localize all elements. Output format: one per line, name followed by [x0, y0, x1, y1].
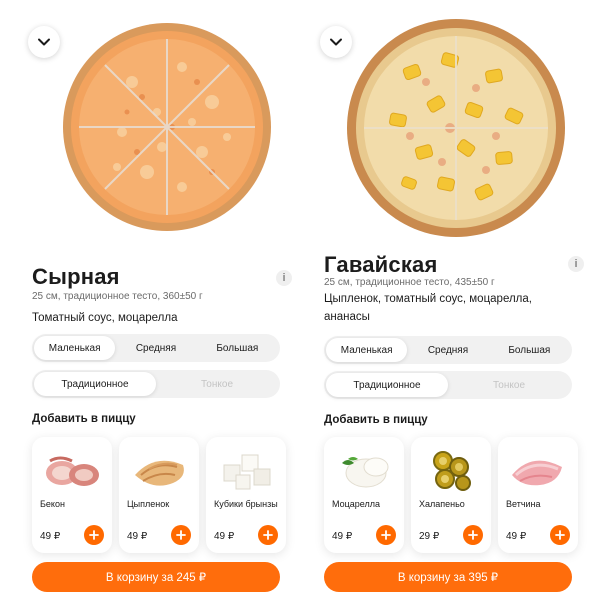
- add-to-cart-button[interactable]: В корзину за 245 ₽: [32, 562, 280, 592]
- dough-selector: Традиционное Тонкое: [32, 370, 280, 398]
- pizza-title: Гавайская: [324, 252, 438, 277]
- chevron-down-icon: [330, 38, 342, 46]
- dough-option-thin: Тонкое: [492, 379, 526, 391]
- plus-icon: [555, 530, 565, 540]
- pizza-image: [63, 23, 271, 231]
- add-topping-button[interactable]: [171, 525, 191, 545]
- collapse-button[interactable]: [320, 26, 352, 58]
- topping-name: Цыпленок: [127, 499, 170, 509]
- dough-option-traditional[interactable]: Традиционное: [326, 373, 448, 397]
- chevron-down-icon: [38, 38, 50, 46]
- pizza-title: Сырная: [32, 264, 120, 289]
- topping-name: Кубики брынзы: [214, 499, 278, 509]
- size-option-large[interactable]: Большая: [197, 336, 278, 360]
- size-option-medium[interactable]: Средняя: [115, 336, 196, 360]
- info-button[interactable]: i: [276, 270, 292, 286]
- topping-price: 49 ₽: [214, 531, 235, 542]
- info-button[interactable]: i: [568, 256, 584, 272]
- size-option-medium[interactable]: Средняя: [407, 338, 488, 362]
- ham-icon: [512, 460, 562, 486]
- plus-icon: [468, 530, 478, 540]
- topping-name: Ветчина: [506, 499, 541, 509]
- pizza-image: [347, 19, 565, 237]
- add-topping-button[interactable]: [550, 525, 570, 545]
- plus-icon: [381, 530, 391, 540]
- dough-option-traditional[interactable]: Традиционное: [34, 372, 156, 396]
- size-selector: Маленькая Средняя Большая: [32, 334, 280, 362]
- add-to-pizza-title: Добавить в пиццу: [32, 413, 136, 425]
- pizza-meta: 25 см, традиционное тесто, 435±50 г: [324, 277, 495, 288]
- topping-name: Бекон: [40, 499, 65, 509]
- dough-option-thin: Тонкое: [200, 378, 234, 390]
- topping-card[interactable]: Ветчина 49 ₽: [498, 437, 578, 553]
- add-topping-button[interactable]: [376, 525, 396, 545]
- topping-card[interactable]: Кубики брынзы 49 ₽: [206, 437, 286, 553]
- topping-price: 49 ₽: [506, 531, 527, 542]
- collapse-button[interactable]: [28, 26, 60, 58]
- pizza-card-hawaiian: Гавайская i 25 см, традиционное тесто, 4…: [310, 0, 598, 604]
- topping-card[interactable]: Моцарелла 49 ₽: [324, 437, 404, 553]
- pizza-meta: 25 см, традиционное тесто, 360±50 г: [32, 291, 203, 302]
- topping-price: 49 ₽: [40, 531, 61, 542]
- add-topping-button[interactable]: [84, 525, 104, 545]
- pizza-description: Цыпленок, томатный соус, моцарелла, анан…: [324, 293, 532, 323]
- add-to-pizza-title: Добавить в пиццу: [324, 414, 428, 426]
- jalapeno-icon: [433, 451, 471, 491]
- topping-name: Моцарелла: [332, 499, 380, 509]
- bacon-icon: [46, 456, 99, 486]
- size-option-small[interactable]: Маленькая: [34, 336, 116, 360]
- topping-price: 49 ₽: [127, 531, 148, 542]
- add-topping-button[interactable]: [463, 525, 483, 545]
- size-option-small[interactable]: Маленькая: [326, 338, 408, 362]
- topping-name: Халапеньо: [419, 499, 465, 509]
- size-selector: Маленькая Средняя Большая: [324, 336, 572, 364]
- feta-cubes-icon: [223, 454, 271, 490]
- pizza-description: Томатный соус, моцарелла: [32, 312, 178, 324]
- add-to-cart-button[interactable]: В корзину за 395 ₽: [324, 562, 572, 592]
- topping-card[interactable]: Халапеньо 29 ₽: [411, 437, 491, 553]
- add-topping-button[interactable]: [258, 525, 278, 545]
- plus-icon: [89, 530, 99, 540]
- mozzarella-icon: [342, 457, 389, 488]
- size-option-large[interactable]: Большая: [489, 338, 570, 362]
- topping-card[interactable]: Цыпленок 49 ₽: [119, 437, 199, 553]
- topping-card[interactable]: Бекон 49 ₽: [32, 437, 112, 553]
- plus-icon: [263, 530, 273, 540]
- plus-icon: [176, 530, 186, 540]
- topping-price: 29 ₽: [419, 531, 440, 542]
- dough-selector: Традиционное Тонкое: [324, 371, 572, 399]
- topping-price: 49 ₽: [332, 531, 353, 542]
- chicken-icon: [135, 460, 184, 486]
- pizza-card-cheese: Сырная i 25 см, традиционное тесто, 360±…: [18, 0, 306, 604]
